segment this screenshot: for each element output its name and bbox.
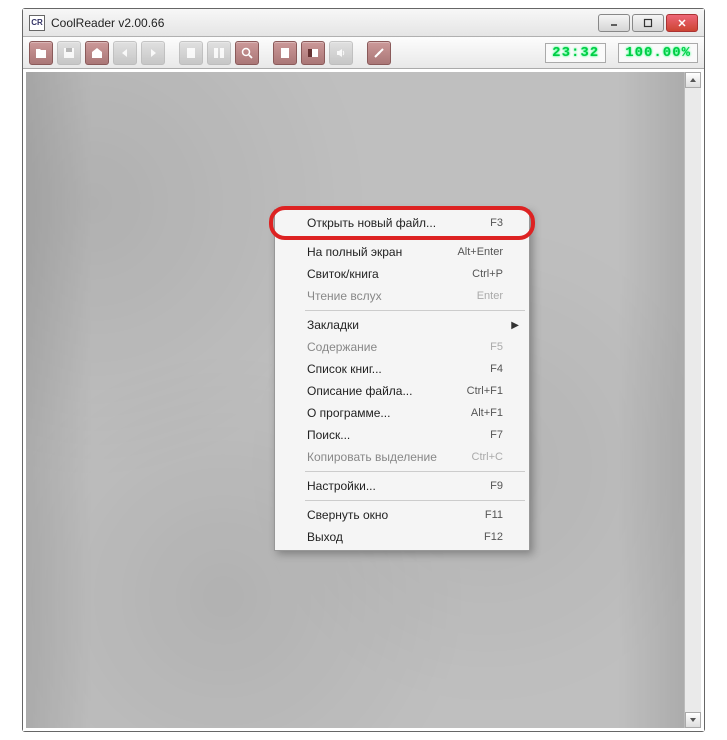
menu-item[interactable]: На полный экранAlt+Enter (277, 241, 527, 263)
open-icon[interactable] (29, 41, 53, 65)
menu-item-label: Выход (307, 530, 484, 544)
sound-icon (329, 41, 353, 65)
menu-item[interactable]: О программе...Alt+F1 (277, 402, 527, 424)
menu-item-shortcut: Ctrl+C (472, 451, 503, 463)
minimize-button[interactable] (598, 14, 630, 32)
menu-separator (305, 237, 525, 238)
pages-icon (207, 41, 231, 65)
back-icon (113, 41, 137, 65)
toolbar: 23:32 100.00% (23, 37, 704, 69)
menu-item[interactable]: Закладки ▶ (277, 314, 527, 336)
menu-item-shortcut: F12 (484, 531, 503, 543)
menu-item-label: Поиск... (307, 428, 490, 442)
menu-item-label: На полный экран (307, 245, 457, 259)
clock-display: 23:32 (545, 43, 606, 63)
menu-item-label: Свиток/книга (307, 267, 472, 281)
submenu-arrow-icon: ▶ (511, 320, 519, 331)
app-icon: CR (29, 15, 45, 31)
menu-item-label: Открыть новый файл... (307, 216, 490, 230)
menu-item-label: Описание файла... (307, 384, 467, 398)
menu-item-label: О программе... (307, 406, 471, 420)
menu-item[interactable]: Свернуть окноF11 (277, 504, 527, 526)
menu-item-label: Закладки (307, 318, 503, 332)
scroll-track[interactable] (685, 88, 701, 712)
search-icon[interactable] (235, 41, 259, 65)
page-icon (179, 41, 203, 65)
menu-item[interactable]: Поиск...F7 (277, 424, 527, 446)
menu-item-label: Свернуть окно (307, 508, 485, 522)
menu-item-shortcut: Alt+Enter (457, 246, 503, 258)
menu-item-label: Чтение вслух (307, 289, 477, 303)
window-title: CoolReader v2.00.66 (51, 16, 598, 30)
book-icon[interactable] (273, 41, 297, 65)
menu-item-shortcut: F5 (490, 341, 503, 353)
maximize-button[interactable] (632, 14, 664, 32)
menu-item-label: Настройки... (307, 479, 490, 493)
forward-icon (141, 41, 165, 65)
vertical-scrollbar[interactable] (684, 72, 701, 728)
menu-item-shortcut: Alt+F1 (471, 407, 503, 419)
menu-separator (305, 500, 525, 501)
settings-icon[interactable] (367, 41, 391, 65)
menu-item-shortcut: F7 (490, 429, 503, 441)
menu-item-label: Копировать выделение (307, 450, 472, 464)
home-icon[interactable] (85, 41, 109, 65)
menu-item-shortcut: F3 (490, 217, 503, 229)
menu-item[interactable]: Свиток/книгаCtrl+P (277, 263, 527, 285)
percent-display: 100.00% (618, 43, 698, 63)
scroll-up-icon[interactable] (685, 72, 701, 88)
menu-item[interactable]: ВыходF12 (277, 526, 527, 548)
menu-item-shortcut: F4 (490, 363, 503, 375)
menu-item-shortcut: Enter (477, 290, 503, 302)
menu-item-shortcut: Ctrl+F1 (467, 385, 503, 397)
menu-item-shortcut: F9 (490, 480, 503, 492)
close-button[interactable] (666, 14, 698, 32)
menu-item: Копировать выделениеCtrl+C (277, 446, 527, 468)
menu-item: СодержаниеF5 (277, 336, 527, 358)
scroll-down-icon[interactable] (685, 712, 701, 728)
menu-item-shortcut: F11 (485, 509, 503, 521)
menu-item[interactable]: Настройки...F9 (277, 475, 527, 497)
menu-separator (305, 471, 525, 472)
menu-item[interactable]: Список книг...F4 (277, 358, 527, 380)
menu-separator (305, 310, 525, 311)
context-menu[interactable]: Открыть новый файл...F3На полный экранAl… (274, 209, 530, 551)
save-icon (57, 41, 81, 65)
view-icon[interactable] (301, 41, 325, 65)
titlebar[interactable]: CR CoolReader v2.00.66 (23, 9, 704, 37)
menu-item-label: Содержание (307, 340, 490, 354)
menu-item: Чтение вслухEnter (277, 285, 527, 307)
menu-item[interactable]: Описание файла...Ctrl+F1 (277, 380, 527, 402)
menu-item-label: Список книг... (307, 362, 490, 376)
menu-item-shortcut: Ctrl+P (472, 268, 503, 280)
menu-item[interactable]: Открыть новый файл...F3 (277, 212, 527, 234)
